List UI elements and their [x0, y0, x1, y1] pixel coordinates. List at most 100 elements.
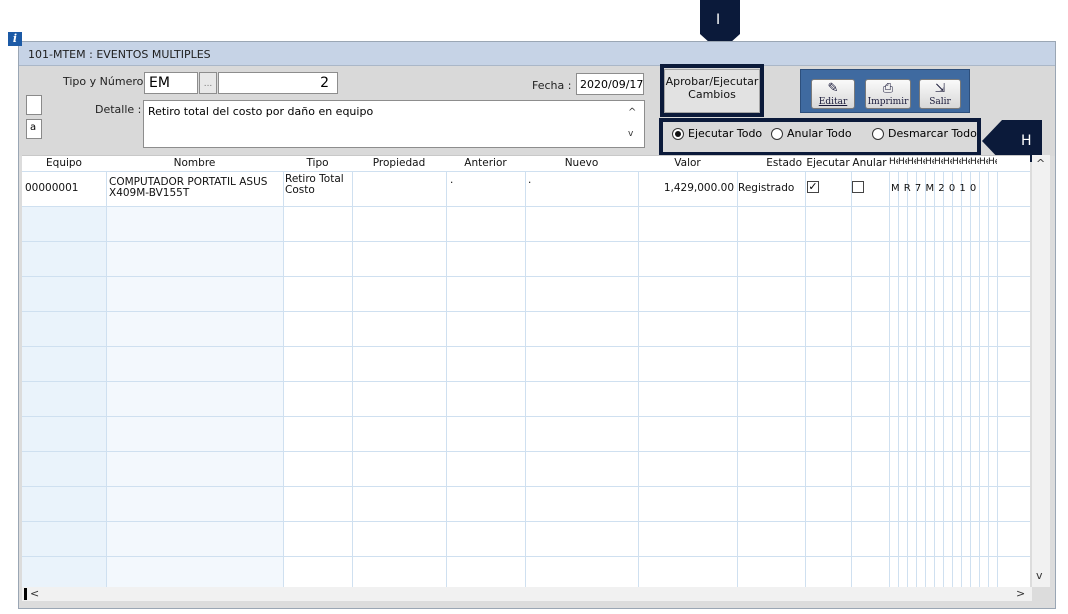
col-he-5[interactable]: He: [925, 157, 934, 167]
cell-estado: Registrado: [738, 182, 795, 194]
grid-hline: [22, 171, 1030, 172]
col-ejecutar[interactable]: Ejecutar: [805, 157, 851, 169]
col-tipo[interactable]: Tipo: [283, 157, 352, 169]
grid-hline: [22, 521, 1030, 522]
events-grid: Equipo Nombre Tipo Propiedad Anterior Nu…: [22, 155, 1030, 587]
grid-hline: [22, 451, 1030, 452]
col-he-8[interactable]: He: [952, 157, 961, 167]
window-title: 101-MTEM : EVENTOS MULTIPLES: [28, 48, 211, 61]
scroll-up-icon[interactable]: ^: [1036, 157, 1045, 170]
col-he-1[interactable]: He: [889, 157, 898, 167]
checkmark-icon: ✓: [808, 180, 818, 193]
grid-vline: [988, 171, 989, 587]
grid-vline: [943, 171, 944, 587]
grid-vline: [283, 171, 284, 587]
numero-input[interactable]: 2: [218, 72, 338, 94]
equipo-column-tint: [22, 206, 106, 587]
cell-nombre-line2: X409M-BV155T: [109, 187, 190, 199]
side-box-a[interactable]: a: [26, 119, 42, 139]
tipo-input[interactable]: EM: [144, 72, 198, 94]
cell-equipo: 00000001: [25, 182, 79, 194]
col-nuevo[interactable]: Nuevo: [525, 157, 638, 169]
anular-checkbox[interactable]: [852, 181, 864, 193]
col-anterior[interactable]: Anterior: [446, 157, 525, 169]
grid-hline: [22, 416, 1030, 417]
grid-vline: [106, 171, 107, 587]
grid-vline: [805, 171, 806, 587]
grid-vline: [446, 171, 447, 587]
col-anular[interactable]: Anular: [851, 157, 888, 169]
scroll-left-icon[interactable]: <: [30, 587, 39, 600]
col-he-11[interactable]: He: [979, 157, 988, 167]
cell-anterior: .: [450, 174, 454, 186]
nombre-column-tint: [106, 206, 283, 587]
exit-door-icon: ⇲: [934, 81, 946, 96]
grid-vline: [970, 171, 971, 587]
col-propiedad[interactable]: Propiedad: [352, 157, 446, 169]
salir-button[interactable]: ⇲ Salir: [919, 79, 961, 109]
grid-vline: [979, 171, 980, 587]
grid-vline: [525, 171, 526, 587]
grid-hline: [22, 556, 1030, 557]
imprimir-button[interactable]: ⎙ Imprimir: [865, 79, 911, 109]
grid-vline: [907, 171, 908, 587]
cell-valor: 1,429,000.00: [663, 182, 734, 194]
col-he-4[interactable]: He: [916, 157, 925, 167]
fecha-input[interactable]: 2020/09/17: [576, 73, 644, 95]
grid-vline: [961, 171, 962, 587]
vertical-scrollbar[interactable]: ^ v: [1032, 155, 1050, 587]
col-he-7[interactable]: He: [943, 157, 952, 167]
grid-hline: [22, 311, 1030, 312]
callout-marker-i-label: I: [716, 12, 721, 28]
detalle-textarea[interactable]: Retiro total del costo por daño en equip…: [143, 100, 645, 148]
col-he-2[interactable]: He: [898, 157, 907, 167]
grid-vline: [851, 171, 852, 587]
title-bar: 101-MTEM : EVENTOS MULTIPLES: [19, 42, 1055, 66]
grid-vline: [925, 171, 926, 587]
editar-button[interactable]: ✎ Editar: [811, 79, 855, 109]
col-he-3[interactable]: He: [907, 157, 916, 167]
cell-nuevo: .: [528, 174, 532, 186]
action-toolbar: ✎ Editar ⎙ Imprimir ⇲ Salir: [800, 69, 970, 113]
grid-vline: [737, 171, 738, 587]
col-he-10[interactable]: He: [970, 157, 979, 167]
grid-hline: [22, 276, 1030, 277]
grid-header: Equipo Nombre Tipo Propiedad Anterior Nu…: [22, 156, 1030, 171]
detalle-scroll-up-icon[interactable]: ^: [628, 107, 636, 118]
grid-hline: [22, 346, 1030, 347]
grid-vline: [934, 171, 935, 587]
grid-vline: [898, 171, 899, 587]
cell-extra-codes: M R 7 M 2 0 1 0: [891, 183, 977, 194]
col-valor[interactable]: Valor: [638, 157, 737, 169]
col-he-12[interactable]: He: [988, 157, 997, 167]
col-nombre[interactable]: Nombre: [106, 157, 283, 169]
imprimir-label: Imprimir: [867, 97, 909, 107]
col-estado[interactable]: Estado: [737, 157, 805, 169]
grid-hline: [22, 206, 1030, 207]
scroll-thumb[interactable]: [24, 588, 27, 600]
col-he-6[interactable]: He: [934, 157, 943, 167]
editar-label: Editar: [818, 97, 848, 107]
grid-vline: [997, 171, 998, 587]
col-he-9[interactable]: He: [961, 157, 970, 167]
scroll-down-icon[interactable]: v: [1036, 569, 1043, 582]
side-toggle-box[interactable]: [26, 95, 42, 115]
horizontal-scrollbar[interactable]: < >: [22, 587, 1032, 601]
callout-marker-h-label: H: [1021, 133, 1032, 149]
grid-hline: [22, 486, 1030, 487]
edit-icon: ✎: [827, 81, 839, 96]
tipo-numero-label: Tipo y Número :: [63, 75, 151, 88]
grid-hline: [22, 381, 1030, 382]
tipo-lookup-button[interactable]: ...: [199, 72, 217, 94]
grid-vline: [638, 171, 639, 587]
detalle-scroll-down-icon[interactable]: v: [628, 129, 633, 139]
info-icon[interactable]: i: [8, 32, 22, 46]
detalle-label: Detalle :: [95, 103, 142, 116]
salir-label: Salir: [929, 97, 951, 107]
col-equipo[interactable]: Equipo: [22, 157, 106, 169]
grid-vline: [952, 171, 953, 587]
scroll-right-icon[interactable]: >: [1016, 587, 1025, 600]
grid-vline: [889, 171, 890, 587]
highlight-box-h: [659, 118, 981, 156]
ejecutar-checkbox[interactable]: ✓: [807, 181, 819, 193]
